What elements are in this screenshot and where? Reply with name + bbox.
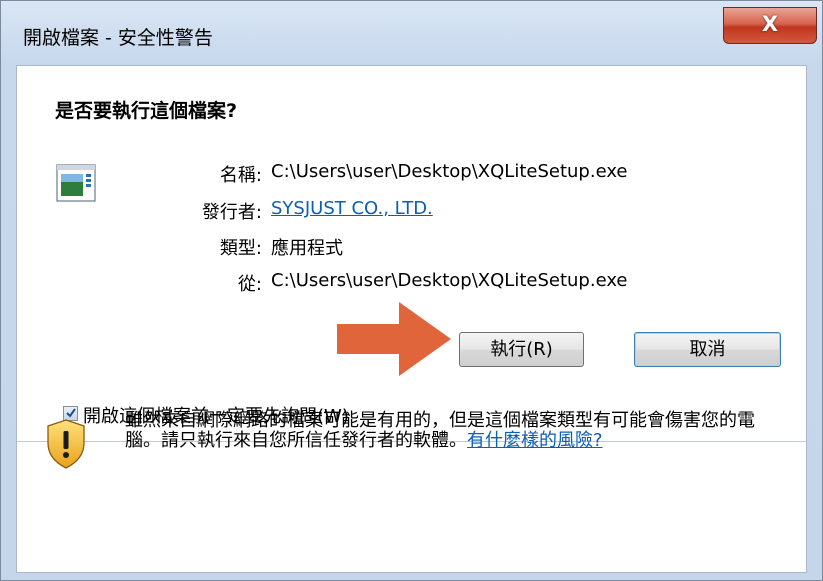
type-value: 應用程式 bbox=[271, 238, 343, 259]
warning-message: 雖然來自網際網路的檔案可能是有用的，但是這個檔案類型有可能會傷害您的電腦。請只執… bbox=[125, 411, 775, 451]
dialog-content: 是否要執行這個檔案? 名稱: C:\Users\user\Desktop\XQL… bbox=[16, 65, 807, 573]
close-button[interactable]: X bbox=[723, 7, 817, 44]
shield-warning-icon bbox=[47, 419, 85, 469]
name-label: 名稱: bbox=[219, 165, 262, 186]
from-value: C:\Users\user\Desktop\XQLiteSetup.exe bbox=[271, 270, 628, 291]
title-bar[interactable]: 開啟檔案 - 安全性警告 X bbox=[1, 1, 822, 65]
arrow-right-icon bbox=[337, 302, 451, 376]
risk-link[interactable]: 有什麼樣的風險? bbox=[467, 430, 603, 451]
exe-file-icon bbox=[56, 164, 96, 202]
cancel-button[interactable]: 取消 bbox=[634, 332, 781, 367]
warning-text: 雖然來自網際網路的檔案可能是有用的，但是這個檔案類型有可能會傷害您的電腦。請只執… bbox=[125, 410, 755, 451]
name-value: C:\Users\user\Desktop\XQLiteSetup.exe bbox=[271, 161, 628, 182]
close-icon: X bbox=[761, 12, 779, 36]
checkmark-icon bbox=[66, 408, 76, 418]
type-label: 類型: bbox=[219, 238, 262, 259]
security-warning-window: 開啟檔案 - 安全性警告 X 是否要執行這個檔案? 名稱: C:\Users\u… bbox=[0, 0, 823, 581]
publisher-link[interactable]: SYSJUST CO., LTD. bbox=[271, 198, 433, 219]
window-title: 開啟檔案 - 安全性警告 bbox=[23, 27, 213, 49]
dialog-question: 是否要執行這個檔案? bbox=[55, 100, 238, 122]
publisher-label: 發行者: bbox=[201, 202, 262, 223]
run-button[interactable]: 執行(R) bbox=[459, 332, 584, 367]
warning-footer bbox=[17, 442, 806, 572]
from-label: 從: bbox=[237, 274, 262, 295]
